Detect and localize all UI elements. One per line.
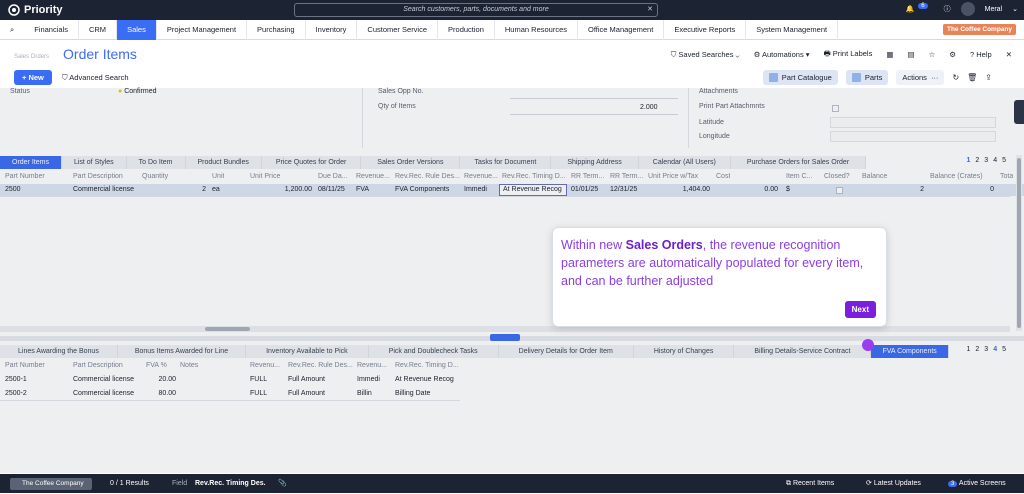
menu-item-crm[interactable]: CRM (79, 19, 118, 40)
field-label: Field (172, 480, 188, 487)
tooltip-text-pre: Within new (561, 238, 626, 252)
parts-label: Parts (864, 73, 883, 82)
chevron-down-icon[interactable]: ⌄ (1012, 5, 1018, 13)
recent-items-button[interactable]: ⧉ Recent Items (786, 474, 834, 493)
app-logo[interactable]: Priority (8, 4, 288, 16)
tooltip-text-bold: Sales Orders (625, 238, 703, 252)
company-selector[interactable]: The Coffee Company (10, 478, 92, 490)
table-view-icon[interactable]: ▦ (886, 50, 893, 59)
menu-item-financials[interactable]: Financials (24, 19, 79, 40)
refresh-icon[interactable]: ↻ (952, 73, 959, 82)
menu-item-system-management[interactable]: System Management (746, 19, 839, 40)
new-label: New (28, 73, 44, 82)
recent-items-label: Recent Items (792, 480, 835, 487)
menu-search-icon[interactable]: ⌕ (0, 20, 24, 40)
latest-updates-label: Latest Updates (873, 480, 921, 487)
active-screens-label: Active Screens (958, 480, 1006, 487)
parts-button[interactable]: Parts (845, 70, 889, 85)
latest-updates-button[interactable]: ⟳ Latest Updates (866, 474, 921, 493)
saved-searches-label: Saved Searches (678, 49, 734, 59)
automations-button[interactable]: ⚙ Automations ▾ (754, 50, 810, 59)
company-badge[interactable]: The Coffee Company (942, 24, 1016, 35)
menu-item-production[interactable]: Production (438, 19, 495, 40)
user-name[interactable]: Meral (985, 6, 1003, 13)
actions-label: Actions (902, 73, 927, 82)
notification-count: 6 (918, 3, 928, 9)
saved-searches-button[interactable]: ⛉ Saved Searches ⌄ (671, 50, 740, 60)
field-value: Rev.Rec. Timing Des. (195, 480, 266, 487)
menu-item-human-resources[interactable]: Human Resources (495, 19, 578, 40)
attachment-icon[interactable]: 📎 (278, 474, 287, 493)
bell-icon[interactable]: 🔔 (906, 5, 915, 13)
avatar[interactable] (960, 2, 975, 16)
share-icon[interactable]: ⇪ (985, 73, 992, 82)
app-name: Priority (24, 4, 63, 16)
clear-search-icon[interactable]: ✕ (647, 4, 653, 16)
parts-icon (851, 73, 861, 82)
next-button[interactable]: Next (844, 301, 876, 318)
menu-item-project-management[interactable]: Project Management (157, 19, 248, 40)
active-screens-button[interactable]: 3 Active Screens (948, 474, 1006, 493)
delete-icon[interactable]: 🗑 (967, 73, 977, 82)
menu-item-sales[interactable]: Sales (117, 19, 157, 40)
automations-label: Automations (762, 50, 804, 59)
part-catalogue-label: Part Catalogue (781, 73, 832, 82)
info-icon[interactable]: ⓘ (944, 4, 951, 14)
tooltip-text: Within new Sales Orders, the revenue rec… (561, 236, 878, 290)
global-search-input[interactable]: Search customers, parts, documents and m… (294, 3, 658, 17)
page-header: Sales Orders Order Items ⛉ Saved Searche… (0, 40, 1024, 68)
menu-item-customer-service[interactable]: Customer Service (357, 19, 439, 40)
advanced-search-label: Advanced Search (69, 73, 129, 82)
walkthrough-tooltip: Within new Sales Orders, the revenue rec… (552, 227, 887, 327)
form-view-icon[interactable]: ▤ (907, 50, 914, 59)
active-screens-count: 3 (948, 481, 958, 487)
settings-gear-icon[interactable]: ⚙ (949, 50, 956, 59)
part-catalogue-button[interactable]: Part Catalogue (762, 70, 838, 85)
page-title: Order Items (63, 46, 137, 62)
help-label: Help (976, 50, 992, 59)
print-labels-label: Print Labels (832, 49, 873, 58)
priority-logo-icon (8, 4, 20, 16)
breadcrumb[interactable]: Sales Orders (14, 54, 49, 60)
record-toolbar: + New ⛉ Advanced Search Part Catalogue P… (0, 68, 1024, 88)
menu-item-office-management[interactable]: Office Management (578, 19, 665, 40)
main-menu: ⌕ Financials CRM Sales Project Managemen… (0, 19, 1024, 40)
new-button[interactable]: + New (14, 70, 52, 85)
actions-button[interactable]: Actions ··· (896, 70, 945, 85)
menu-item-executive-reports[interactable]: Executive Reports (664, 19, 747, 40)
results-count: 0 / 1 Results (110, 480, 149, 487)
menu-item-inventory[interactable]: Inventory (306, 19, 358, 40)
walkthrough-pointer-dot (862, 339, 874, 351)
star-icon[interactable]: ☆ (929, 50, 936, 59)
global-search-placeholder: Search customers, parts, documents and m… (403, 6, 549, 13)
status-bar: The Coffee Company 0 / 1 Results Field R… (0, 474, 1024, 493)
print-labels-button[interactable]: 🖶 Print Labels (824, 48, 873, 61)
advanced-search-button[interactable]: ⛉ Advanced Search (62, 73, 129, 83)
catalogue-icon (768, 73, 778, 82)
help-button[interactable]: ? Help (970, 50, 992, 59)
top-bar: Priority Search customers, parts, docume… (0, 0, 1024, 20)
menu-item-purchasing[interactable]: Purchasing (247, 19, 306, 40)
close-icon[interactable]: ✕ (1006, 50, 1012, 59)
